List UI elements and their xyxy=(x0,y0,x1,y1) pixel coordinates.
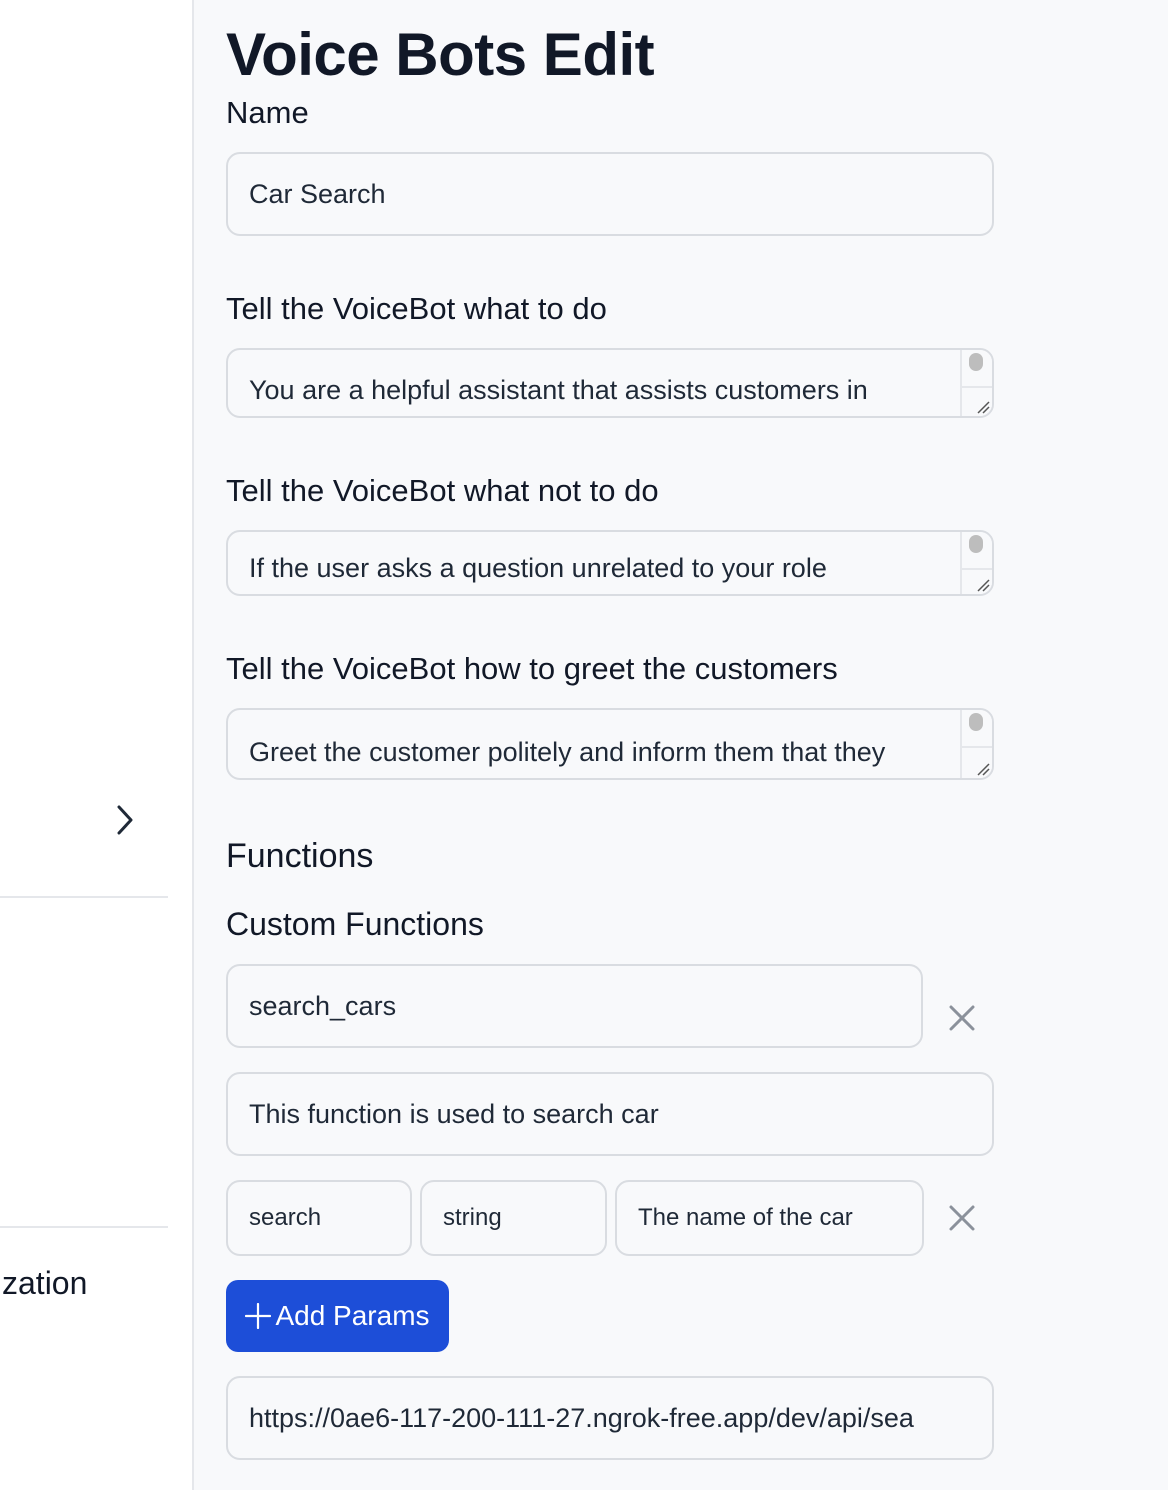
param-description-value: The name of the car xyxy=(638,1204,853,1231)
scrollbar-thumb[interactable] xyxy=(969,535,983,553)
not-do-textarea-value: If the user asks a question unrelated to… xyxy=(249,553,827,583)
greet-textarea[interactable]: Greet the customer politely and inform t… xyxy=(226,708,994,780)
custom-functions-title: Custom Functions xyxy=(226,906,484,942)
page-title: Voice Bots Edit xyxy=(226,21,655,88)
name-label: Name xyxy=(226,95,309,130)
function-description-value: This function is used to search car xyxy=(249,1098,659,1129)
function-name-input[interactable]: search_cars xyxy=(226,964,923,1048)
add-params-label: Add Params xyxy=(275,1300,430,1331)
add-params-button[interactable]: Add Params xyxy=(226,1280,449,1352)
resize-handle-icon[interactable] xyxy=(976,400,990,414)
do-textarea-value: You are a helpful assistant that assists… xyxy=(249,375,868,405)
function-url-input[interactable]: https://0ae6-117-200-111-27.ngrok-free.a… xyxy=(226,1376,994,1460)
sidebar-divider xyxy=(0,1226,168,1228)
sidebar: zation xyxy=(0,0,194,1490)
param-type-value: string xyxy=(443,1204,502,1231)
sidebar-item-label[interactable]: zation xyxy=(2,1265,87,1302)
greet-textarea-value: Greet the customer politely and inform t… xyxy=(249,737,886,767)
remove-param-button[interactable] xyxy=(944,1200,980,1236)
resize-handle-icon[interactable] xyxy=(976,578,990,592)
function-description-input[interactable]: This function is used to search car xyxy=(226,1072,994,1156)
chevron-right-icon[interactable] xyxy=(108,800,142,840)
not-do-label: Tell the VoiceBot what not to do xyxy=(226,473,659,508)
functions-title: Functions xyxy=(226,837,374,875)
param-name-value: search xyxy=(249,1204,322,1231)
function-url-value: https://0ae6-117-200-111-27.ngrok-free.a… xyxy=(249,1402,914,1433)
scrollbar-thumb[interactable] xyxy=(969,713,983,731)
function-name-value: search_cars xyxy=(249,990,397,1021)
greet-label: Tell the VoiceBot how to greet the custo… xyxy=(226,651,838,686)
remove-function-button[interactable] xyxy=(944,1000,980,1036)
name-input-value: Car Search xyxy=(249,178,386,209)
do-textarea[interactable]: You are a helpful assistant that assists… xyxy=(226,348,994,418)
do-label: Tell the VoiceBot what to do xyxy=(226,291,607,326)
not-do-textarea[interactable]: If the user asks a question unrelated to… xyxy=(226,530,994,596)
sidebar-divider xyxy=(0,896,168,898)
param-type-input[interactable]: string xyxy=(420,1180,607,1256)
resize-handle-icon[interactable] xyxy=(976,762,990,776)
name-input[interactable]: Car Search xyxy=(226,152,994,236)
close-icon xyxy=(949,1205,975,1231)
plus-icon xyxy=(245,1303,272,1329)
close-icon xyxy=(949,1005,975,1031)
param-name-input[interactable]: search xyxy=(226,1180,412,1256)
param-description-input[interactable]: The name of the car xyxy=(615,1180,924,1256)
scrollbar-thumb[interactable] xyxy=(969,353,983,371)
